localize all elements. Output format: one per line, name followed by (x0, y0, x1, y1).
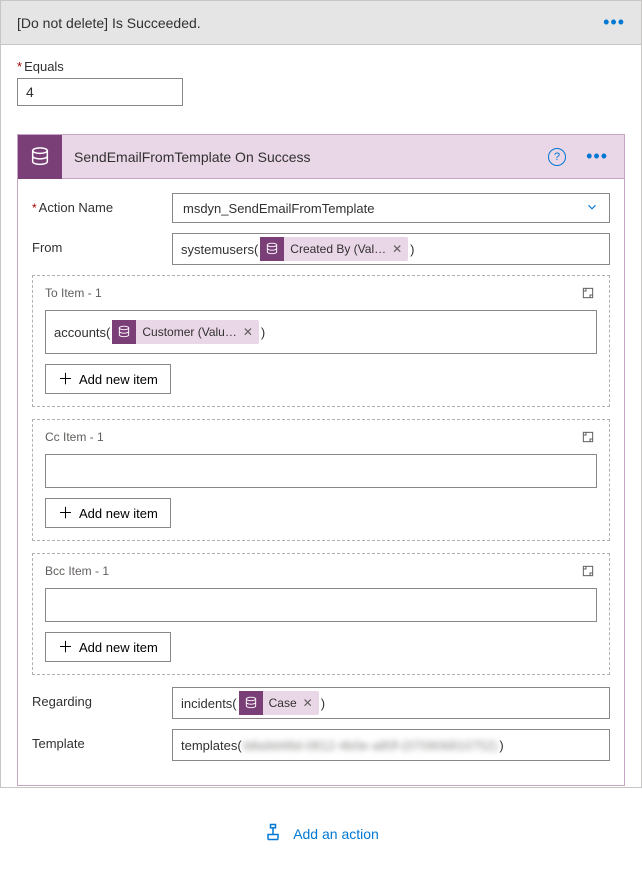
condition-body: *Equals 4 SendEmailFromTemplate On Succe… (1, 45, 641, 869)
equals-value: 4 (26, 84, 34, 100)
regarding-token-label: Case (269, 696, 297, 710)
collapse-icon[interactable] (579, 284, 597, 302)
action-header[interactable]: SendEmailFromTemplate On Success ? ••• (18, 135, 624, 179)
action-name-label: *Action Name (32, 193, 172, 215)
database-icon (18, 135, 62, 179)
chevron-down-icon (585, 200, 599, 217)
regarding-input[interactable]: incidents( Case ✕ ) (172, 687, 610, 719)
action-name-select[interactable]: msdyn_SendEmailFromTemplate (172, 193, 610, 223)
required-star: * (17, 59, 22, 74)
to-prefix: accounts( (54, 325, 110, 340)
required-star: * (32, 201, 37, 215)
to-add-item-button[interactable]: ＋ Add new item (45, 364, 171, 394)
regarding-label: Regarding (32, 687, 172, 709)
from-row: From systemusers( Created By (Val… ✕ ) (32, 233, 610, 265)
cc-group: Cc Item - 1 ＋ Add new item (32, 419, 610, 541)
cc-input[interactable] (45, 454, 597, 488)
add-action-label: Add an action (293, 826, 379, 842)
plus-icon: ＋ (58, 372, 73, 387)
regarding-token[interactable]: Case ✕ (239, 691, 319, 715)
cc-add-item-button[interactable]: ＋ Add new item (45, 498, 171, 528)
database-icon (260, 237, 284, 261)
add-action-icon (263, 822, 283, 845)
template-prefix: templates( (181, 738, 242, 753)
equals-label-text: Equals (24, 59, 64, 74)
regarding-suffix: ) (321, 696, 325, 711)
plus-icon: ＋ (58, 640, 73, 655)
collapse-icon[interactable] (579, 428, 597, 446)
action-name-value: msdyn_SendEmailFromTemplate (183, 201, 374, 216)
database-icon (239, 691, 263, 715)
to-suffix: ) (261, 325, 265, 340)
to-group: To Item - 1 accounts( Customer (Valu… ✕ (32, 275, 610, 407)
action-name-row: *Action Name msdyn_SendEmailFromTemplate (32, 193, 610, 223)
template-guid-blurred: b8a9d48d-0812-4b0e-a80f-(070906810752) (244, 738, 498, 753)
equals-label: *Equals (17, 59, 625, 74)
close-icon[interactable]: ✕ (392, 242, 402, 256)
close-icon[interactable]: ✕ (243, 325, 253, 339)
template-row: Template templates( b8a9d48d-0812-4b0e-a… (32, 729, 610, 761)
from-suffix: ) (410, 242, 414, 257)
from-prefix: systemusers( (181, 242, 258, 257)
overflow-icon[interactable]: ••• (599, 12, 629, 33)
action-body: *Action Name msdyn_SendEmailFromTemplate… (18, 179, 624, 785)
template-label: Template (32, 729, 172, 751)
to-input[interactable]: accounts( Customer (Valu… ✕ ) (45, 310, 597, 354)
bcc-group: Bcc Item - 1 ＋ Add new item (32, 553, 610, 675)
from-input[interactable]: systemusers( Created By (Val… ✕ ) (172, 233, 610, 265)
close-icon[interactable]: ✕ (303, 696, 313, 710)
from-token-label: Created By (Val… (290, 242, 386, 256)
bcc-add-label: Add new item (79, 640, 158, 655)
overflow-icon[interactable]: ••• (582, 146, 612, 167)
add-action-button[interactable]: Add an action (17, 822, 625, 869)
equals-input[interactable]: 4 (17, 78, 183, 106)
from-token[interactable]: Created By (Val… ✕ (260, 237, 408, 261)
template-input[interactable]: templates( b8a9d48d-0812-4b0e-a80f-(0709… (172, 729, 610, 761)
help-icon[interactable]: ? (548, 148, 566, 166)
cc-group-label: Cc Item - 1 (45, 430, 104, 444)
template-suffix: ) (499, 738, 503, 753)
condition-title: [Do not delete] Is Succeeded. (17, 15, 201, 31)
from-label: From (32, 233, 172, 255)
action-title: SendEmailFromTemplate On Success (62, 149, 548, 165)
to-token[interactable]: Customer (Valu… ✕ (112, 320, 259, 344)
to-add-label: Add new item (79, 372, 158, 387)
condition-header[interactable]: [Do not delete] Is Succeeded. ••• (1, 1, 641, 45)
action-card: SendEmailFromTemplate On Success ? ••• *… (17, 134, 625, 786)
bcc-add-item-button[interactable]: ＋ Add new item (45, 632, 171, 662)
bcc-input[interactable] (45, 588, 597, 622)
collapse-icon[interactable] (579, 562, 597, 580)
regarding-row: Regarding incidents( Case ✕ ) (32, 687, 610, 719)
regarding-prefix: incidents( (181, 696, 237, 711)
to-group-label: To Item - 1 (45, 286, 102, 300)
to-token-label: Customer (Valu… (142, 325, 236, 339)
plus-icon: ＋ (58, 506, 73, 521)
database-icon (112, 320, 136, 344)
cc-add-label: Add new item (79, 506, 158, 521)
bcc-group-label: Bcc Item - 1 (45, 564, 109, 578)
